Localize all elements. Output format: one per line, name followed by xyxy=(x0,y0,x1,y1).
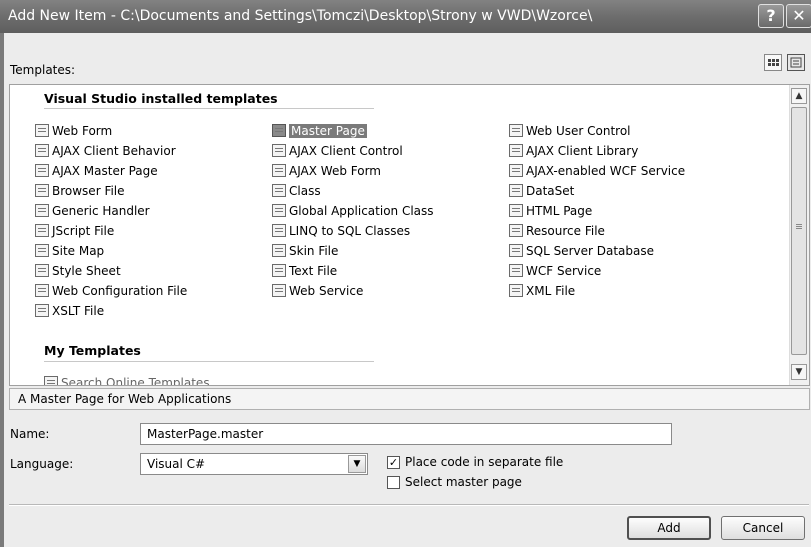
template-item[interactable]: AJAX Client Library xyxy=(509,142,638,160)
title-bar[interactable]: Add New Item - C:\Documents and Settings… xyxy=(0,0,811,33)
templates-label: Templates: xyxy=(10,63,76,77)
language-selected-value: Visual C# xyxy=(147,457,206,471)
template-item[interactable]: Text File xyxy=(272,262,337,280)
template-item[interactable]: WCF Service xyxy=(509,262,601,280)
browser-file-icon xyxy=(35,184,49,197)
large-icons-icon xyxy=(768,59,779,66)
ajax-master-page-icon xyxy=(35,164,49,177)
ajax-web-form-icon xyxy=(272,164,286,177)
sql-database-icon xyxy=(509,244,523,257)
group-my-templates-header: My Templates xyxy=(44,343,141,358)
site-map-icon xyxy=(35,244,49,257)
template-item[interactable]: Style Sheet xyxy=(35,262,121,280)
divider xyxy=(9,504,809,506)
template-item[interactable]: AJAX Client Control xyxy=(272,142,403,160)
ajax-client-control-icon xyxy=(272,144,286,157)
dialog-title: Add New Item - C:\Documents and Settings… xyxy=(8,8,593,24)
style-sheet-icon xyxy=(35,264,49,277)
linq-to-sql-icon xyxy=(272,224,286,237)
template-item[interactable]: AJAX Master Page xyxy=(35,162,158,180)
template-item[interactable]: Generic Handler xyxy=(35,202,150,220)
language-label: Language: xyxy=(10,457,74,471)
master-page-icon xyxy=(272,124,286,137)
web-service-icon xyxy=(272,284,286,297)
group-divider xyxy=(44,361,374,362)
scroll-down-icon[interactable]: ▼ xyxy=(791,364,807,380)
add-new-item-dialog: Add New Item - C:\Documents and Settings… xyxy=(0,0,811,547)
xslt-file-icon xyxy=(35,304,49,317)
template-item[interactable]: JScript File xyxy=(35,222,114,240)
template-item[interactable]: Web User Control xyxy=(509,122,631,140)
template-item-selected[interactable]: Master Page xyxy=(272,122,367,140)
template-item[interactable]: AJAX-enabled WCF Service xyxy=(509,162,685,180)
template-item[interactable]: Web Configuration File xyxy=(35,282,187,300)
template-item[interactable]: DataSet xyxy=(509,182,574,200)
chevron-down-icon[interactable]: ▼ xyxy=(348,455,366,473)
template-item[interactable]: Class xyxy=(272,182,321,200)
generic-handler-icon xyxy=(35,204,49,217)
template-item[interactable]: AJAX Web Form xyxy=(272,162,381,180)
large-icons-view-button[interactable] xyxy=(764,54,782,71)
dataset-icon xyxy=(509,184,523,197)
place-code-checkbox[interactable]: ✓ xyxy=(387,456,400,469)
grip-icon xyxy=(796,224,802,225)
templates-list[interactable]: Visual Studio installed templates Web Fo… xyxy=(9,84,810,386)
global-app-class-icon xyxy=(272,204,286,217)
template-item[interactable]: Global Application Class xyxy=(272,202,434,220)
web-config-icon xyxy=(35,284,49,297)
template-item[interactable]: Browser File xyxy=(35,182,125,200)
web-user-control-icon xyxy=(509,124,523,137)
group-divider xyxy=(44,108,374,109)
name-label: Name: xyxy=(10,427,50,441)
template-item[interactable]: SQL Server Database xyxy=(509,242,654,260)
resource-file-icon xyxy=(509,224,523,237)
list-view-icon xyxy=(790,57,802,68)
template-description: A Master Page for Web Applications xyxy=(9,388,810,410)
wcf-service-icon xyxy=(509,264,523,277)
jscript-file-icon xyxy=(35,224,49,237)
select-master-label[interactable]: Select master page xyxy=(405,475,522,489)
template-item[interactable]: XSLT File xyxy=(35,302,104,320)
cancel-button[interactable]: Cancel xyxy=(721,516,805,540)
name-input[interactable]: MasterPage.master xyxy=(140,423,672,445)
template-item[interactable]: Web Form xyxy=(35,122,112,140)
templates-scrollbar[interactable]: ▲ ▼ xyxy=(789,85,809,385)
html-page-icon xyxy=(509,204,523,217)
ajax-wcf-service-icon xyxy=(509,164,523,177)
template-item[interactable]: XML File xyxy=(509,282,575,300)
template-item[interactable]: Search Online Templates... xyxy=(44,374,221,385)
template-item[interactable]: Resource File xyxy=(509,222,605,240)
template-item[interactable]: AJAX Client Behavior xyxy=(35,142,176,160)
class-icon xyxy=(272,184,286,197)
template-item[interactable]: Skin File xyxy=(272,242,338,260)
select-master-checkbox[interactable] xyxy=(387,476,400,489)
ajax-client-library-icon xyxy=(509,144,523,157)
template-item[interactable]: Site Map xyxy=(35,242,104,260)
language-select[interactable]: Visual C# ▼ xyxy=(140,453,368,475)
web-form-icon xyxy=(35,124,49,137)
add-button[interactable]: Add xyxy=(627,516,711,540)
template-item[interactable]: HTML Page xyxy=(509,202,592,220)
place-code-label[interactable]: Place code in separate file xyxy=(405,455,563,469)
scroll-thumb[interactable] xyxy=(791,107,807,355)
scroll-up-icon[interactable]: ▲ xyxy=(791,88,807,104)
search-online-icon xyxy=(44,376,58,385)
ajax-client-behavior-icon xyxy=(35,144,49,157)
group-installed-header: Visual Studio installed templates xyxy=(44,91,278,106)
window-border xyxy=(0,33,4,547)
xml-file-icon xyxy=(509,284,523,297)
template-item[interactable]: LINQ to SQL Classes xyxy=(272,222,410,240)
small-icons-view-button[interactable] xyxy=(787,54,805,71)
help-button[interactable]: ? xyxy=(758,4,784,28)
close-button[interactable]: ✕ xyxy=(786,4,811,28)
skin-file-icon xyxy=(272,244,286,257)
template-item[interactable]: Web Service xyxy=(272,282,363,300)
text-file-icon xyxy=(272,264,286,277)
